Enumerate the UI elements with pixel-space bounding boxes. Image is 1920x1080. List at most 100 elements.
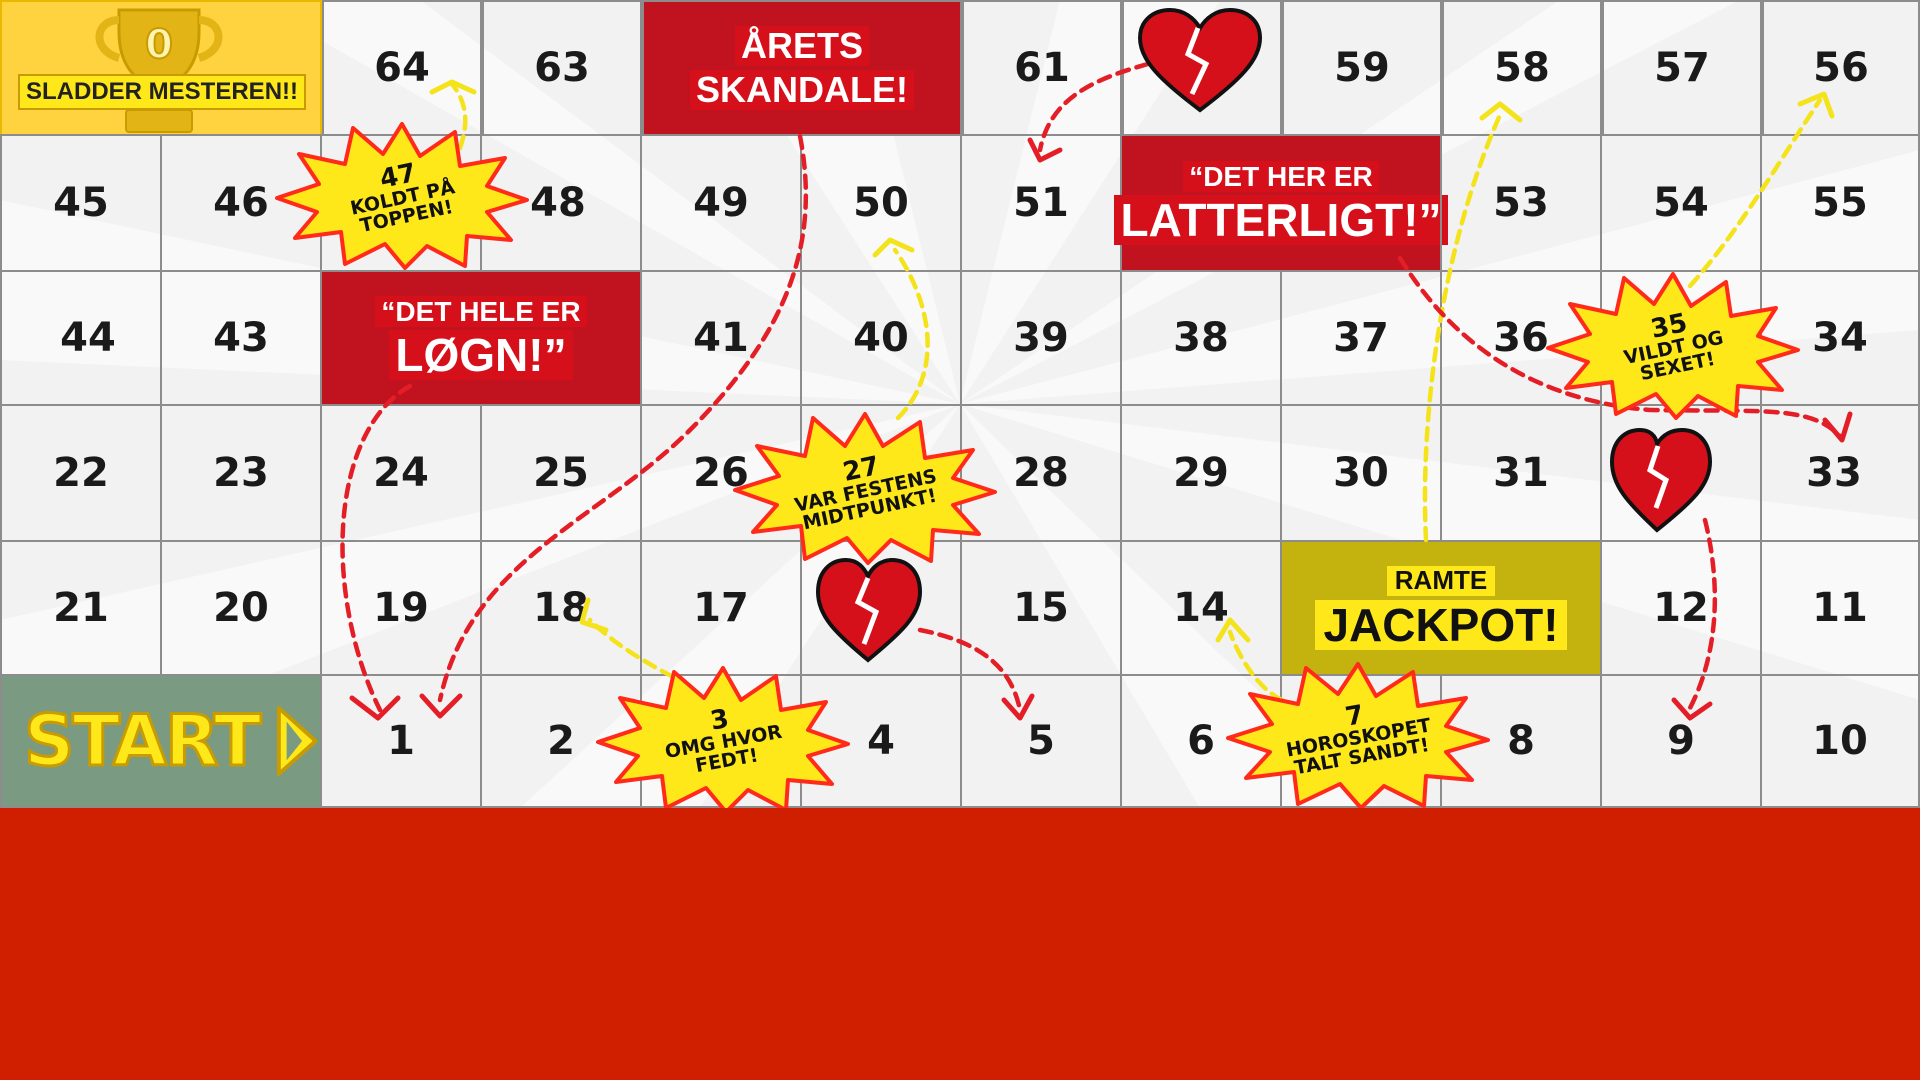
- jackpot-line-1: RAMTE: [1386, 566, 1496, 596]
- cell-24[interactable]: 24: [320, 404, 482, 542]
- finish-number: 0: [145, 22, 173, 68]
- cell-number: 19: [373, 585, 429, 631]
- burst-35[interactable]: 35 VILDT OG SEXET!: [1546, 270, 1800, 420]
- cell-18[interactable]: 18: [480, 540, 642, 676]
- cell-45[interactable]: 45: [0, 134, 162, 272]
- jackpot-line-2: JACKPOT!: [1315, 599, 1567, 650]
- burst-47[interactable]: 47 KOLDT PÅ TOPPEN!: [275, 120, 529, 270]
- cell-59[interactable]: 59: [1282, 0, 1442, 136]
- cell-number: 49: [693, 180, 749, 226]
- burst-7[interactable]: 7 HOROSKOPET TALT SANDT!: [1226, 660, 1490, 808]
- cell-38[interactable]: 38: [1120, 270, 1282, 406]
- cell-39[interactable]: 39: [960, 270, 1122, 406]
- bottom-panel: [0, 808, 1920, 1080]
- cell-number: 59: [1334, 45, 1390, 91]
- cell-number: 48: [530, 180, 586, 226]
- cell-number: 14: [1173, 585, 1229, 631]
- scandal-cell-arets[interactable]: ÅRETS SKANDALE!: [642, 0, 962, 136]
- cell-41[interactable]: 41: [640, 270, 802, 406]
- cell-number: 54: [1653, 180, 1709, 226]
- cell-55[interactable]: 55: [1760, 134, 1920, 272]
- scandal-cell-logn[interactable]: “DET HELE ER LØGN!”: [320, 270, 642, 406]
- cell-number: 53: [1493, 180, 1549, 226]
- cell-30[interactable]: 30: [1280, 404, 1442, 542]
- cell-number: 37: [1333, 315, 1389, 361]
- cell-number: 63: [534, 45, 590, 91]
- cell-57[interactable]: 57: [1602, 0, 1762, 136]
- cell-number: 2: [547, 718, 575, 764]
- cell-number: 40: [853, 315, 909, 361]
- cell-number: 58: [1494, 45, 1550, 91]
- cell-9[interactable]: 9: [1600, 674, 1762, 808]
- cell-58[interactable]: 58: [1442, 0, 1602, 136]
- cell-11[interactable]: 11: [1760, 540, 1920, 676]
- cell-number: 23: [213, 450, 269, 496]
- cell-number: 64: [374, 45, 430, 91]
- cell-23[interactable]: 23: [160, 404, 322, 542]
- burst-3[interactable]: 3 OMG HVOR FEDT!: [596, 664, 850, 808]
- scandal-line-1: “DET HER ER: [1183, 160, 1379, 193]
- cell-12[interactable]: 12: [1600, 540, 1762, 676]
- cell-number: 61: [1014, 45, 1070, 91]
- cell-20[interactable]: 20: [160, 540, 322, 676]
- finish-label: SLADDER MESTEREN!!: [18, 74, 307, 110]
- cell-54[interactable]: 54: [1600, 134, 1762, 272]
- cell-number: 38: [1173, 315, 1229, 361]
- scandal-line-1: ÅRETS: [734, 26, 869, 66]
- cell-number: 11: [1812, 585, 1868, 631]
- cell-number: 34: [1812, 315, 1868, 361]
- cell-number: 12: [1653, 585, 1709, 631]
- cell-25[interactable]: 25: [480, 404, 642, 542]
- cell-number: 10: [1812, 718, 1868, 764]
- cell-number: 21: [53, 585, 109, 631]
- cell-number: 24: [373, 450, 429, 496]
- scandal-line-2: SKANDALE!: [690, 70, 914, 110]
- cell-29[interactable]: 29: [1120, 404, 1282, 542]
- cell-5[interactable]: 5: [960, 674, 1122, 808]
- cell-number: 31: [1493, 450, 1549, 496]
- scandal-line-1: “DET HELE ER: [375, 295, 587, 328]
- cell-21[interactable]: 21: [0, 540, 162, 676]
- cell-44[interactable]: 44: [0, 270, 162, 406]
- cell-number: 41: [693, 315, 749, 361]
- cell-50[interactable]: 50: [800, 134, 962, 272]
- cell-10[interactable]: 10: [1760, 674, 1920, 808]
- cell-number: 45: [53, 180, 109, 226]
- cell-number: 8: [1507, 718, 1535, 764]
- cell-number: 50: [853, 180, 909, 226]
- cell-number: 22: [53, 450, 109, 496]
- cell-number: 1: [387, 718, 415, 764]
- cell-number: 17: [693, 585, 749, 631]
- cell-number: 29: [1173, 450, 1229, 496]
- cell-number: 30: [1333, 450, 1389, 496]
- scandal-line-2: LATTERLIGT!”: [1114, 195, 1448, 246]
- cell-number: 51: [1013, 180, 1069, 226]
- cell-number: 4: [867, 718, 895, 764]
- cell-19[interactable]: 19: [320, 540, 482, 676]
- cell-number: 25: [533, 450, 589, 496]
- cell-56[interactable]: 56: [1762, 0, 1920, 136]
- cell-number: 9: [1667, 718, 1695, 764]
- game-board: 0 SLADDER MESTEREN!! 64 63 ÅRETS SKANDAL…: [0, 0, 1920, 808]
- cell-53[interactable]: 53: [1440, 134, 1602, 272]
- cell-number: 6: [1187, 718, 1215, 764]
- cell-40[interactable]: 40: [800, 270, 962, 406]
- cell-1[interactable]: 1: [320, 674, 482, 808]
- cell-number: 20: [213, 585, 269, 631]
- cell-14[interactable]: 14: [1120, 540, 1282, 676]
- burst-27[interactable]: 27 VAR FESTENS MIDTPUNKT!: [733, 410, 997, 565]
- cell-33[interactable]: 33: [1760, 404, 1920, 542]
- cell-49[interactable]: 49: [640, 134, 802, 272]
- cell-number: 55: [1812, 180, 1868, 226]
- cell-heart-top[interactable]: [1122, 0, 1282, 136]
- cell-51[interactable]: 51: [960, 134, 1122, 272]
- cell-number: 56: [1813, 45, 1869, 91]
- scandal-cell-latterligt[interactable]: “DET HER ER LATTERLIGT!”: [1114, 134, 1448, 272]
- cell-number: 33: [1806, 450, 1862, 496]
- trophy-icon: 0: [95, 8, 223, 133]
- finish-cell[interactable]: 0 SLADDER MESTEREN!!: [0, 0, 322, 136]
- cell-22[interactable]: 22: [0, 404, 162, 542]
- start-cell[interactable]: START: [0, 674, 322, 808]
- cell-37[interactable]: 37: [1280, 270, 1442, 406]
- cell-61[interactable]: 61: [962, 0, 1122, 136]
